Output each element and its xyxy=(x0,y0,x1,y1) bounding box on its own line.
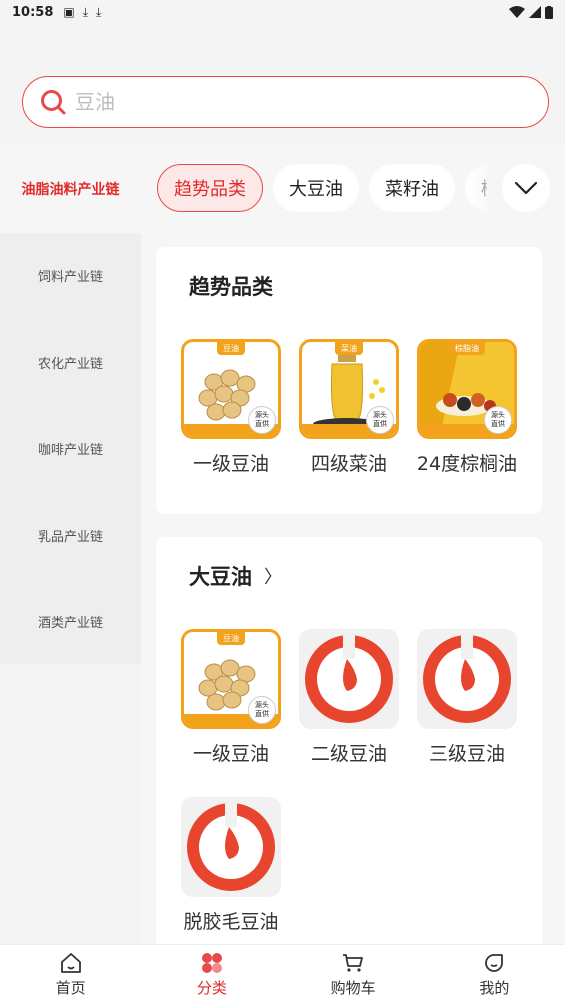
source-seal: 源头 直供 xyxy=(248,696,276,724)
trending-section: 趋势品类 豆油 源头 直供 一级豆油 菜油 源头 直供 四级菜油 棕脂油 源头 … xyxy=(156,247,542,514)
product-tag: 棕脂油 xyxy=(449,342,485,355)
product-name: 四级菜油 xyxy=(310,453,387,475)
cart-icon xyxy=(343,954,364,972)
tab-category[interactable]: 分类 xyxy=(141,945,282,1004)
sidebar-item-coffee[interactable]: 咖啡产业链 xyxy=(0,406,141,493)
product-name: 脱胶毛豆油 xyxy=(183,911,279,933)
sidebar-item-liquor[interactable]: 酒类产业链 xyxy=(0,579,141,666)
section-title-text: 大豆油 xyxy=(189,565,252,589)
brand-logo-icon xyxy=(181,797,281,897)
chevron-right-icon: 〉 xyxy=(264,567,282,588)
product-name: 24度棕榈油 xyxy=(416,453,518,475)
battery-icon xyxy=(545,5,553,19)
product-card[interactable]: 豆油 源头 直供 一级豆油 xyxy=(172,339,290,476)
bottom-tab-bar: 首页 分类 购物车 我的 xyxy=(0,944,565,1004)
product-name: 一级豆油 xyxy=(192,743,269,765)
sidebar-item-feed[interactable]: 饲料产业链 xyxy=(0,233,141,320)
search-bar[interactable] xyxy=(22,76,549,128)
section-title-text: 趋势品类 xyxy=(189,275,273,299)
sidebar-item-oils[interactable]: 油脂油料产业链 xyxy=(0,146,141,233)
download-icon: ⤓ xyxy=(82,4,89,19)
category-icon xyxy=(201,953,222,973)
palm-oil-icon: 棕脂油 源头 直供 xyxy=(417,339,517,439)
source-seal: 源头 直供 xyxy=(248,406,276,434)
sidebar-item-dairy[interactable]: 乳品产业链 xyxy=(0,492,141,579)
tab-profile[interactable]: 我的 xyxy=(424,945,565,1004)
chip-soybean-oil[interactable]: 大豆油 xyxy=(273,164,359,212)
product-name: 一级豆油 xyxy=(192,453,269,475)
tab-cart[interactable]: 购物车 xyxy=(283,945,424,1004)
status-time: 10:58 xyxy=(12,4,54,20)
chip-fade xyxy=(469,164,493,212)
tab-label: 我的 xyxy=(479,979,510,997)
product-tag: 豆油 xyxy=(217,342,245,355)
tab-label: 分类 xyxy=(196,979,227,997)
section-title: 趋势品类 xyxy=(189,271,273,301)
source-seal: 源头 直供 xyxy=(484,406,512,434)
tab-label: 首页 xyxy=(55,979,86,997)
tab-label: 购物车 xyxy=(330,979,376,997)
product-card[interactable]: 豆油 源头 直供 一级豆油 xyxy=(172,629,290,766)
soybean-icon: 豆油 源头 直供 xyxy=(181,339,281,439)
section-title[interactable]: 大豆油 〉 xyxy=(189,561,282,591)
product-tag: 菜油 xyxy=(335,342,363,355)
sidebar-item-agrochem[interactable]: 农化产业链 xyxy=(0,319,141,406)
tab-home[interactable]: 首页 xyxy=(0,945,141,1004)
brand-logo-icon xyxy=(417,629,517,729)
product-card[interactable]: 棕脂油 源头 直供 24度棕榈油 xyxy=(408,339,526,476)
app-notification-icon: ▣ xyxy=(63,4,75,19)
product-card[interactable]: 二级豆油 xyxy=(290,629,408,766)
chevron-down-icon xyxy=(514,181,538,195)
product-card[interactable]: 脱胶毛豆油 xyxy=(172,797,290,934)
product-name: 三级豆油 xyxy=(428,743,505,765)
category-sidebar: 油脂油料产业链 饲料产业链 农化产业链 咖啡产业链 乳品产业链 酒类产业链 xyxy=(0,146,141,664)
profile-icon xyxy=(485,954,504,972)
status-bar: 10:58 ▣ ⤓ ⤓ xyxy=(0,0,565,24)
chip-trending[interactable]: 趋势品类 xyxy=(157,164,263,212)
notification-icons: ▣ ⤓ ⤓ xyxy=(63,5,101,20)
search-input[interactable] xyxy=(75,90,475,114)
download-icon-2: ⤓ xyxy=(96,4,102,19)
product-tag: 豆油 xyxy=(217,632,245,645)
brand-logo-icon xyxy=(299,629,399,729)
home-icon xyxy=(60,953,81,973)
chip-rapeseed-oil[interactable]: 菜籽油 xyxy=(369,164,455,212)
subcategory-chips: 趋势品类 大豆油 菜籽油 棕 xyxy=(157,164,487,212)
source-seal: 源头 直供 xyxy=(366,406,394,434)
wifi-icon xyxy=(509,6,525,18)
product-card[interactable]: 菜油 源头 直供 四级菜油 xyxy=(290,339,408,476)
rapeseed-oil-icon: 菜油 源头 直供 xyxy=(299,339,399,439)
soybean-icon: 豆油 源头 直供 xyxy=(181,629,281,729)
product-card[interactable]: 三级豆油 xyxy=(408,629,526,766)
signal-icon xyxy=(529,6,541,18)
product-name: 二级豆油 xyxy=(310,743,387,765)
category-content: 趋势品类 大豆油 菜籽油 棕 趋势品类 豆油 源头直供 xyxy=(141,146,565,944)
soybean-oil-section: 大豆油 〉 豆油 源头 直供 一级豆油 二级豆油 三级豆油 脱胶毛豆油 xyxy=(156,537,542,944)
search-icon xyxy=(41,90,66,115)
system-icons xyxy=(509,5,553,19)
expand-chips-button[interactable] xyxy=(502,164,550,212)
